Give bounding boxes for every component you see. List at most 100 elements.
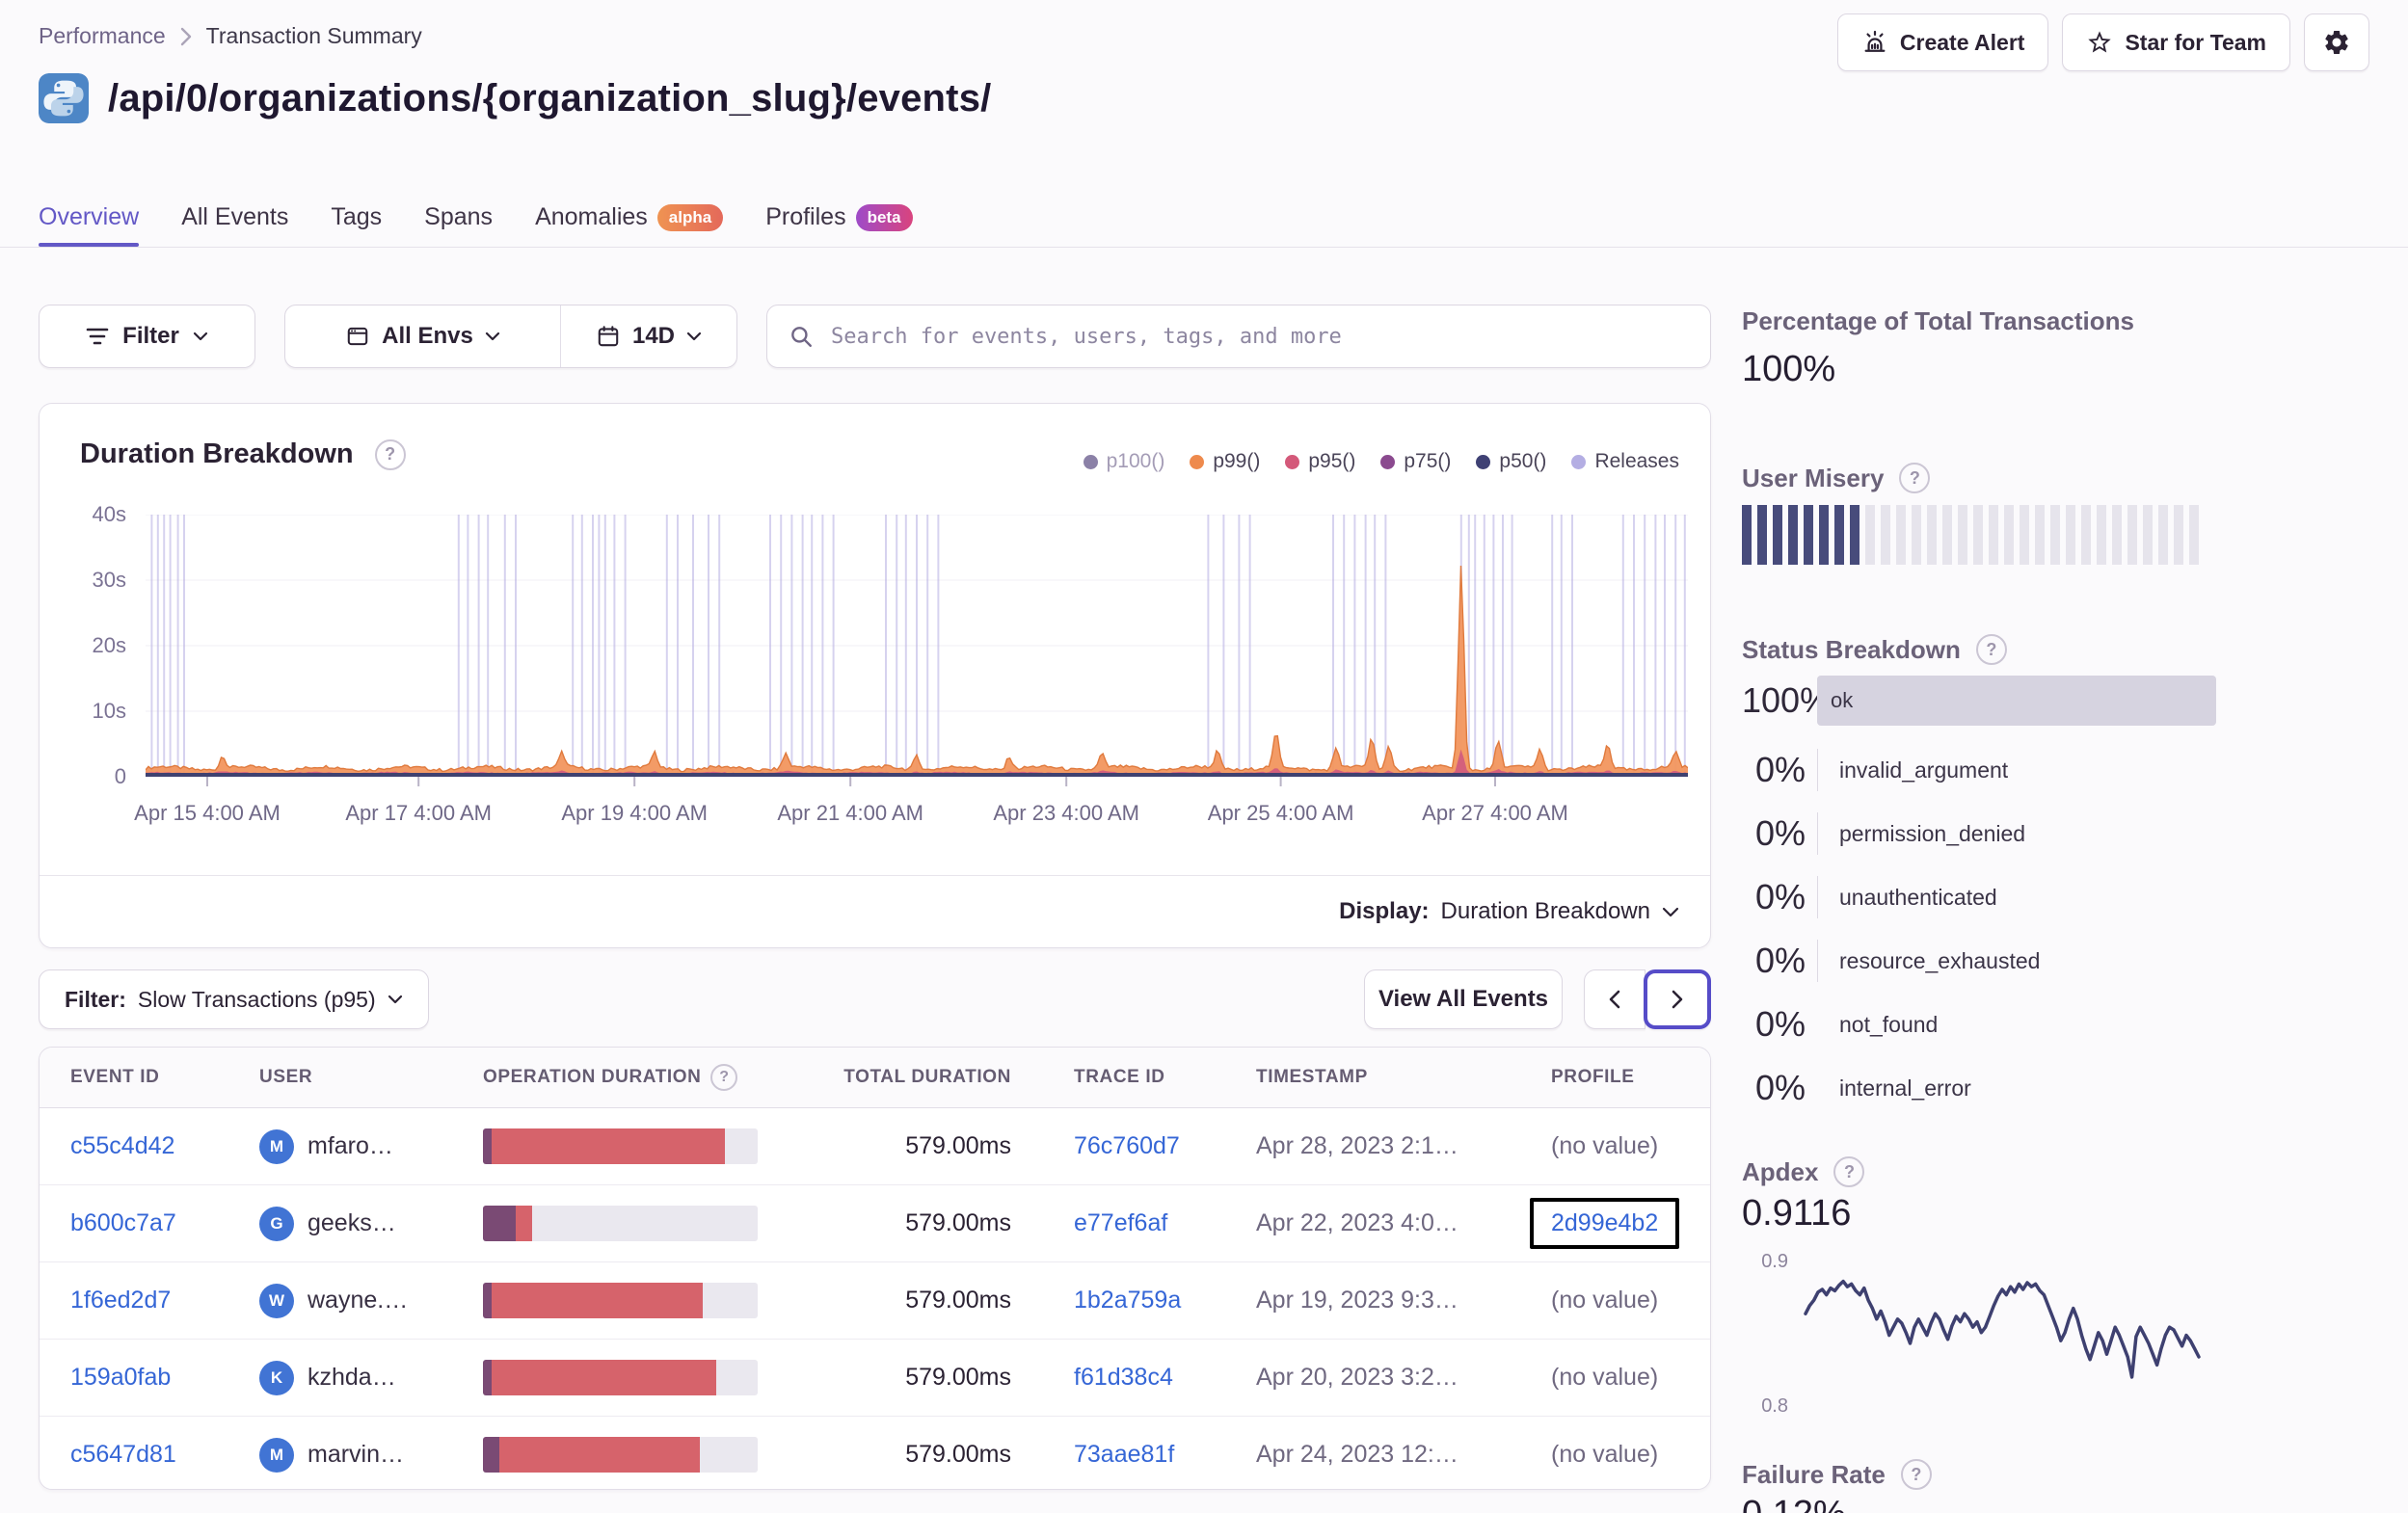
trace-id-link[interactable]: 73aae81f [1074, 1441, 1174, 1468]
user-avatar: K [259, 1360, 294, 1395]
misery-bar-empty [1912, 505, 1921, 565]
help-icon[interactable]: ? [1975, 634, 2007, 665]
duration-breakdown-title: Duration Breakdown [80, 438, 354, 469]
status-row-unauthenticated: 0% unauthenticated [1742, 865, 2216, 929]
settings-button[interactable] [2304, 13, 2369, 71]
legend-item-p100[interactable]: p100() [1083, 450, 1164, 473]
event-id-link[interactable]: c55c4d42 [70, 1132, 174, 1159]
misery-bar-empty [2035, 505, 2045, 565]
environment-label: All Envs [382, 323, 473, 349]
status-percent: 0% [1754, 750, 1806, 789]
legend-item-p95[interactable]: p95() [1285, 450, 1355, 473]
status-zero-tick [1817, 876, 1818, 918]
trace-id-link[interactable]: e77ef6af [1074, 1209, 1167, 1236]
profile-link[interactable]: 2d99e4b2 [1551, 1209, 1658, 1237]
status-row-invalid_argument: 0% invalid_argument [1742, 738, 2216, 802]
pagination-next-button[interactable] [1644, 969, 1711, 1029]
profile-empty: (no value) [1551, 1364, 1659, 1391]
bar-segment-red [491, 1283, 703, 1318]
environment-selector[interactable]: All Envs [285, 305, 560, 367]
status-breakdown-title: Status Breakdown ? [1742, 634, 2007, 665]
legend-label: p50() [1499, 450, 1547, 472]
misery-bar-empty [2143, 505, 2153, 565]
tab-label: Profiles [765, 203, 846, 230]
filter-label: Filter [122, 323, 179, 349]
status-label: not_found [1839, 1011, 1939, 1037]
help-icon[interactable]: ? [710, 1064, 738, 1091]
misery-bar-empty [2004, 505, 2014, 565]
pagination-previous-button[interactable] [1584, 969, 1645, 1029]
x-axis-label: Apr 23 4:00 AM [993, 801, 1140, 825]
filter-dropdown[interactable]: Filter [39, 305, 255, 368]
display-selector[interactable]: Display: Duration Breakdown [40, 875, 1710, 947]
tab-bar: Overview All Events Tags Spans Anomalies alph… [39, 199, 913, 247]
column-user: USER [259, 1067, 313, 1087]
status-zero-tick [1817, 749, 1818, 791]
trace-id-link[interactable]: 1b2a759a [1074, 1287, 1181, 1314]
legend-item-p99[interactable]: p99() [1190, 450, 1260, 473]
status-percent: 0% [1754, 1004, 1806, 1044]
pct-total-value: 100% [1742, 349, 1836, 389]
column-event-id: EVENT ID [70, 1067, 160, 1087]
duration-breakdown-chart[interactable] [146, 515, 1688, 788]
event-id-link[interactable]: 159a0fab [70, 1364, 171, 1391]
breadcrumb-chevron-icon [180, 27, 191, 45]
total-duration: 579.00ms [905, 1209, 1011, 1236]
trace-id-link[interactable]: f61d38c4 [1074, 1364, 1173, 1391]
bar-segment-purple [483, 1283, 492, 1318]
breadcrumb-performance[interactable]: Performance [39, 23, 166, 49]
event-id-link[interactable]: 1f6ed2d7 [70, 1287, 171, 1314]
search-input[interactable] [829, 323, 1689, 350]
x-axis-label: Apr 15 4:00 AM [134, 801, 281, 825]
x-axis-label: Apr 19 4:00 AM [561, 801, 709, 825]
misery-bar-filled [1788, 505, 1798, 565]
tab-anomalies[interactable]: Anomalies alpha [535, 203, 724, 247]
window-icon [347, 327, 368, 346]
pct-total-title: Percentage of Total Transactions [1742, 306, 2134, 335]
status-row-resource_exhausted: 0% resource_exhausted [1742, 929, 2216, 993]
y-axis-label: 40s [92, 502, 126, 526]
username: kzhda… [308, 1364, 396, 1391]
status-breakdown-list: 100% ok 0% invalid_argument 0% permission_den… [1742, 673, 2216, 1120]
chart-legend: p100() p99() p95() p75() p50() Releases [1083, 450, 1679, 473]
user-misery-bar [1742, 505, 2199, 565]
view-all-events-button[interactable]: View All Events [1364, 969, 1563, 1029]
events-table-body: c55c4d42 Mmfaro… 579.00ms 76c760d7 Apr 28, 2… [40, 1108, 1710, 1489]
misery-bar-empty [2066, 505, 2075, 565]
tab-all-events[interactable]: All Events [181, 203, 288, 247]
status-label: invalid_argument [1839, 756, 2009, 783]
tab-tags[interactable]: Tags [331, 203, 382, 247]
help-icon[interactable]: ? [1833, 1156, 1865, 1187]
legend-item-Releases[interactable]: Releases [1571, 450, 1679, 473]
legend-item-p50[interactable]: p50() [1476, 450, 1546, 473]
search-bar [766, 305, 1711, 368]
events-filter-label: Filter: [65, 986, 126, 1012]
username: geeks… [308, 1209, 396, 1236]
status-row-internal_error: 0% internal_error [1742, 1056, 2216, 1120]
column-operation-duration: OPERATION DURATION? [483, 1064, 791, 1091]
misery-bar-filled [1757, 505, 1767, 565]
events-table-header: EVENT ID USER OPERATION DURATION? TOTAL … [40, 1048, 1710, 1108]
legend-dot [1571, 454, 1587, 469]
chevron-left-icon [1609, 990, 1620, 1009]
tab-spans[interactable]: Spans [424, 203, 493, 247]
events-filter-dropdown[interactable]: Filter: Slow Transactions (p95) [39, 969, 429, 1029]
failure-rate-title: Failure Rate ? [1742, 1459, 1932, 1490]
tab-profiles[interactable]: Profiles beta [765, 203, 913, 247]
tab-overview[interactable]: Overview [39, 203, 140, 247]
chevron-down-icon [193, 332, 207, 341]
help-icon[interactable]: ? [1899, 463, 1931, 493]
trace-id-link[interactable]: 76c760d7 [1074, 1132, 1180, 1159]
help-icon[interactable]: ? [374, 438, 406, 470]
legend-item-p75[interactable]: p75() [1380, 450, 1451, 473]
date-range-selector[interactable]: 14D [561, 305, 736, 367]
help-icon[interactable]: ? [1900, 1459, 1932, 1490]
status-label: resource_exhausted [1839, 947, 2041, 973]
misery-bar-filled [1773, 505, 1782, 565]
legend-dot [1190, 454, 1205, 469]
event-id-link[interactable]: c5647d81 [70, 1441, 176, 1468]
event-id-link[interactable]: b600c7a7 [70, 1209, 176, 1236]
operation-duration-bar [483, 1206, 758, 1241]
total-duration: 579.00ms [905, 1441, 1011, 1468]
x-axis-label: Apr 25 4:00 AM [1207, 801, 1354, 825]
